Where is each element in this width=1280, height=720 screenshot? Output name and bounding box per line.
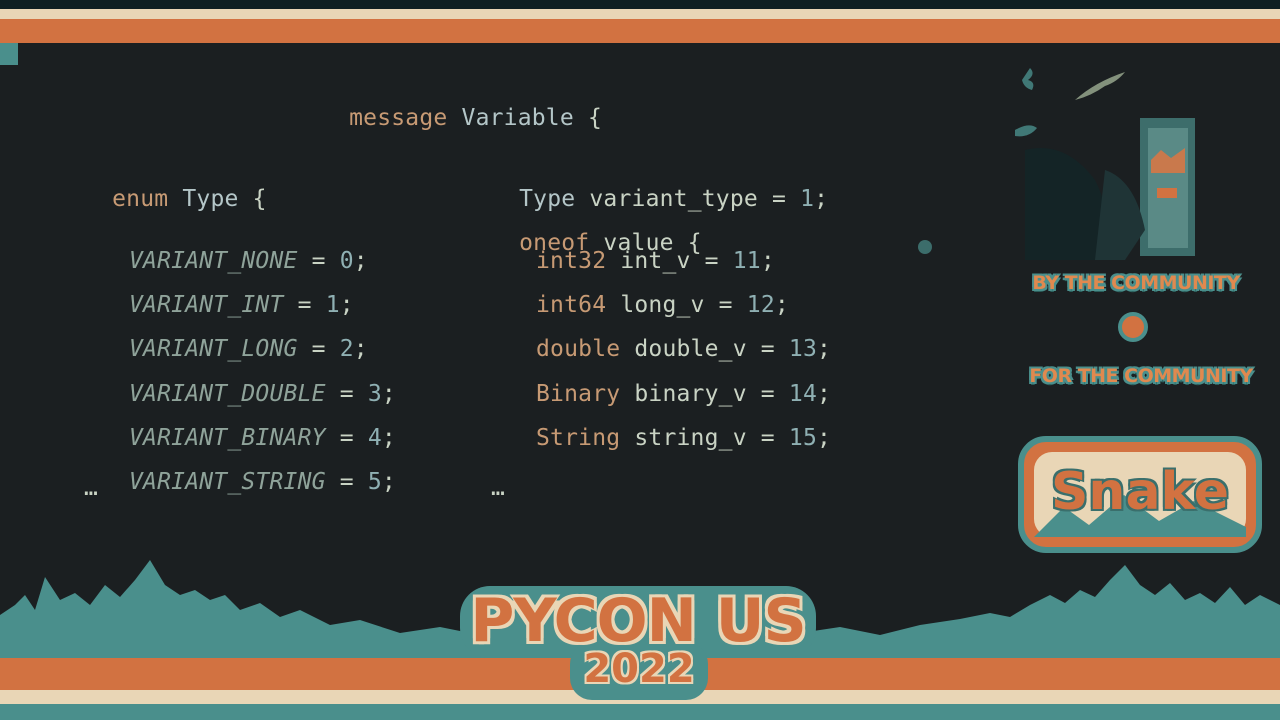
oneof-field: double double_v = 13;	[536, 336, 832, 363]
oneof-field-type: double	[536, 336, 621, 363]
oneof-field-name: string_v	[634, 424, 747, 451]
enum-entry: VARIANT_BINARY = 4;	[129, 424, 396, 451]
speaker-photo-illustration	[918, 68, 1195, 260]
pycon-logo-year: 2022	[583, 646, 695, 692]
oneof-field: int32 int_v = 11;	[536, 248, 775, 274]
oneof-field-type: String	[536, 424, 621, 451]
oneof-field-number: 14	[788, 380, 818, 407]
enum-entry-value: 1	[325, 292, 340, 319]
enum-entry-name: VARIANT_STRING	[129, 469, 326, 495]
bottom-stripe-teal	[0, 704, 1280, 720]
enum-entry-name: VARIANT_DOUBLE	[129, 380, 326, 407]
enum-entry-name: VARIANT_INT	[129, 292, 284, 319]
top-stripe-orange	[0, 19, 1280, 43]
enum-keyword: enum	[112, 186, 169, 212]
oneof-field-number: 12	[746, 292, 775, 319]
message-header: message Variable {	[321, 79, 602, 131]
tagline-for-the-community: FOR THE COMMUNITY	[1029, 365, 1253, 387]
enum-entry-value: 4	[367, 424, 382, 451]
enum-entry-name: VARIANT_BINARY	[129, 424, 326, 451]
oneof-field-type: int64	[536, 292, 607, 319]
oneof-field-name: double_v	[634, 336, 747, 363]
enum-entry-value: 2	[339, 336, 354, 363]
enum-name: Type	[182, 186, 239, 212]
oneof-field-name: long_v	[620, 292, 705, 319]
top-stripe-cream	[0, 9, 1280, 19]
oneof-field-number: 15	[788, 424, 818, 451]
top-stripe-dark	[0, 0, 1280, 9]
message-open-brace: {	[587, 105, 603, 131]
enum-entry: VARIANT_NONE = 0;	[129, 248, 368, 274]
enum-entry-value: 5	[367, 469, 382, 495]
enum-entry-value: 3	[367, 380, 382, 407]
message-keyword: message	[349, 105, 448, 131]
enum-entry-name: VARIANT_LONG	[129, 336, 298, 363]
enum-open-brace: {	[252, 186, 267, 212]
oneof-field-name: binary_v	[634, 380, 747, 407]
enum-entry-value: 0	[339, 248, 354, 274]
oneof-field-type: Binary	[536, 380, 621, 407]
enum-entry-name: VARIANT_NONE	[129, 248, 298, 274]
enum-entry: VARIANT_LONG = 2;	[129, 336, 368, 363]
message-ellipsis: …	[491, 475, 506, 501]
enum-entry: VARIANT_STRING = 5;	[129, 469, 396, 495]
oneof-field: Binary binary_v = 14;	[536, 380, 832, 407]
enum-ellipsis: …	[84, 475, 99, 501]
oneof-field: int64 long_v = 12;	[536, 292, 789, 319]
enum-declaration: enum Type {	[84, 160, 267, 212]
pycon-logo: PYCON US 2022	[460, 582, 820, 702]
snake-badge-text: Snake	[1050, 462, 1229, 522]
orange-dot-icon	[1118, 312, 1148, 342]
oneof-field-number: 13	[788, 336, 818, 363]
top-left-teal-notch	[0, 43, 18, 65]
oneof-field-name: int_v	[620, 248, 691, 274]
variant-type-field-number: 1	[800, 186, 815, 212]
oneof-field-type: int32	[536, 248, 607, 274]
oneof-field-number: 11	[732, 248, 761, 274]
tagline-by-the-community: BY THE COMMUNITY	[1032, 272, 1240, 294]
snake-badge: Snake	[1018, 436, 1262, 553]
enum-entry: VARIANT_DOUBLE = 3;	[129, 380, 396, 407]
oneof-field: String string_v = 15;	[536, 424, 832, 451]
message-name: Variable	[461, 105, 574, 131]
enum-entry: VARIANT_INT = 1;	[129, 292, 354, 319]
